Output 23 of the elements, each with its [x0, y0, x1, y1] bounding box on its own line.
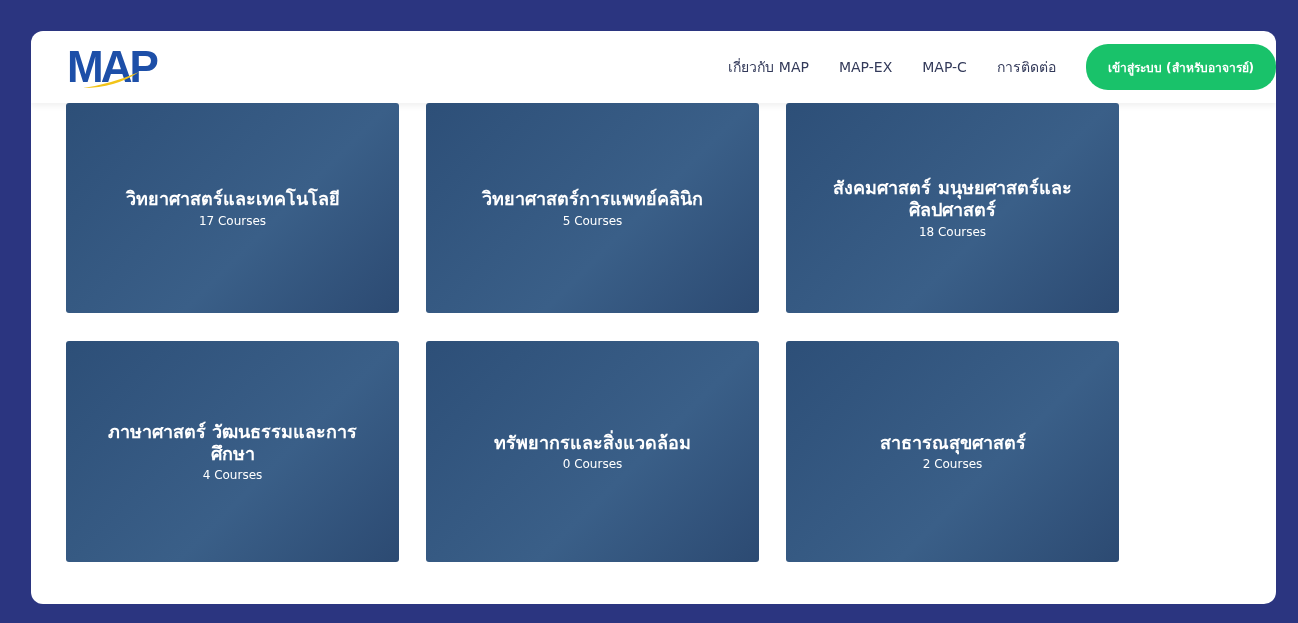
nav-link[interactable]: การติดต่อ [996, 56, 1056, 78]
logo[interactable]: MAP [67, 42, 156, 92]
category-title: วิทยาศาสตร์การแพทย์คลินิก [482, 188, 703, 210]
nav-link[interactable]: MAP-C [922, 59, 967, 75]
category-title: ทรัพยากรและสิ่งแวดล้อม [494, 431, 691, 454]
category-card[interactable]: ทรัพยากรและสิ่งแวดล้อม 0 Courses [426, 341, 759, 562]
category-title: ภาษาศาสตร์ วัฒนธรรมและการศึกษา [106, 420, 359, 465]
category-card[interactable]: สังคมศาสตร์ มนุษยศาสตร์และศิลปศาสตร์ 18 Courses [786, 103, 1119, 313]
course-count: 5 Courses [562, 213, 623, 228]
nav-link[interactable]: เกี่ยวกับ MAP [728, 56, 809, 78]
course-count: 4 Courses [202, 468, 263, 483]
course-count: 18 Courses [918, 224, 987, 239]
category-card[interactable]: วิทยาศาสตร์และเทคโนโลยี 17 Courses [66, 103, 399, 313]
category-title: วิทยาศาสตร์และเทคโนโลยี [125, 188, 340, 210]
category-title: สังคมศาสตร์ มนุษยศาสตร์และศิลปศาสตร์ [832, 177, 1073, 221]
category-card[interactable]: วิทยาศาสตร์การแพทย์คลินิก 5 Courses [426, 103, 759, 313]
nav-link[interactable]: MAP-EX [838, 59, 893, 75]
course-count: 0 Courses [562, 457, 623, 472]
category-title: สาธารณสุขศาสตร์ [879, 431, 1026, 454]
course-count: 2 Courses [922, 457, 983, 472]
category-card[interactable]: สาธารณสุขศาสตร์ 2 Courses [786, 341, 1119, 562]
course-count: 17 Courses [198, 213, 267, 228]
category-card[interactable]: ภาษาศาสตร์ วัฒนธรรมและการศึกษา 4 Courses [66, 341, 399, 562]
